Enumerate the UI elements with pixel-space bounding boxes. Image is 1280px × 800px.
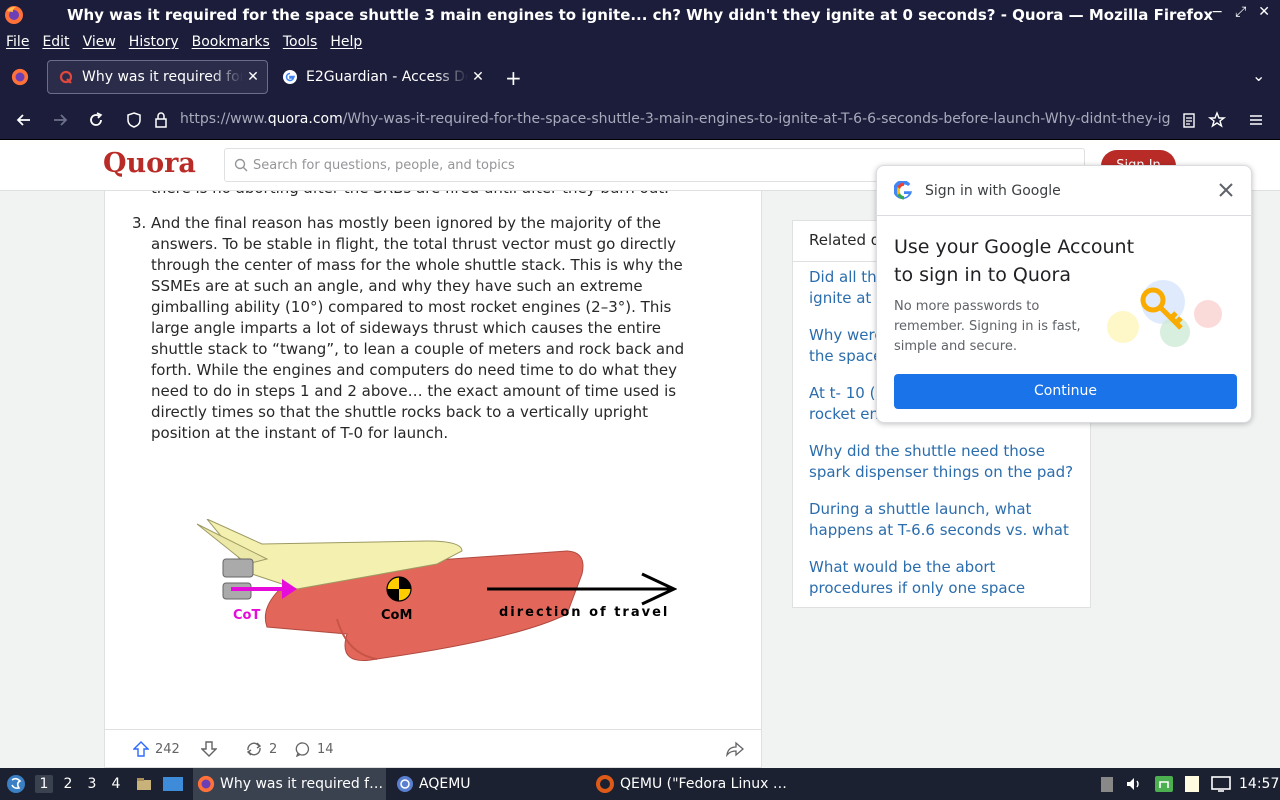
list-item-text: And the final reason has mostly been ign… <box>151 214 685 442</box>
reshare-icon <box>246 742 262 756</box>
url-domain: quora.com <box>267 111 343 127</box>
task-label: QEMU ("Fedora Linux … <box>620 776 787 792</box>
clock: 14:57 <box>1239 776 1280 792</box>
tab-bar: Why was it required for the ✕ E2Guardian… <box>0 54 1280 100</box>
close-icon[interactable] <box>1215 179 1237 201</box>
list-number: 3. <box>132 214 147 232</box>
minimize-button[interactable]: − <box>1211 4 1223 20</box>
search-input[interactable]: Search for questions, people, and topics <box>253 158 515 173</box>
tracking-protection-icon[interactable] <box>124 110 144 130</box>
aqemu-icon <box>397 776 413 792</box>
list-all-tabs-icon[interactable]: ⌄ <box>1252 66 1265 85</box>
firefox-icon <box>197 775 215 793</box>
key-illustration-icon <box>1107 280 1222 347</box>
back-icon[interactable] <box>14 110 34 130</box>
popup-header: Sign in with Google <box>877 166 1251 216</box>
related-link[interactable]: Why did the shuttle need those spark dis… <box>809 441 1079 483</box>
qemu-icon <box>596 775 614 793</box>
workspace-4[interactable]: 4 <box>107 775 125 793</box>
comment-icon <box>295 742 310 757</box>
start-menu-icon[interactable] <box>6 774 26 794</box>
lock-icon[interactable] <box>151 110 171 130</box>
task-firefox[interactable]: Why was it required f… <box>193 768 386 800</box>
cot-label: CoT <box>233 608 260 623</box>
workspace-3[interactable]: 3 <box>83 775 101 793</box>
display-icon[interactable] <box>1210 775 1232 793</box>
menu-history[interactable]: History <box>129 34 179 50</box>
list-item: 3. And the final reason has mostly been … <box>132 213 702 444</box>
window-titlebar: Why was it required for the space shuttl… <box>0 0 1280 29</box>
share-button[interactable]: 2 <box>245 741 277 757</box>
menu-file[interactable]: File <box>6 34 29 50</box>
com-label: CoM <box>381 608 412 623</box>
task-label: Why was it required f… <box>220 776 384 792</box>
desktop-icon[interactable] <box>162 775 184 793</box>
maximize-button[interactable]: ⤢ <box>1235 4 1246 20</box>
related-link[interactable]: What would be the abort procedures if on… <box>809 557 1079 599</box>
upvote-button[interactable]: 242 <box>133 741 180 757</box>
taskbar: 1 2 3 4 Why was it required f… AQEMU QEM… <box>0 768 1280 800</box>
window-controls: − ⤢ ✕ <box>1211 4 1270 20</box>
menu-edit[interactable]: Edit <box>42 34 69 50</box>
firefox-view-icon[interactable] <box>11 68 29 86</box>
network-icon[interactable] <box>1153 774 1175 794</box>
popup-header-title: Sign in with Google <box>925 183 1061 199</box>
menu-bookmarks[interactable]: Bookmarks <box>192 34 270 50</box>
answer-action-bar: 242 2 14 <box>105 729 761 768</box>
google-signin-popup: Sign in with Google Use your Google Acco… <box>876 165 1252 423</box>
quora-logo[interactable]: Quora <box>103 148 196 179</box>
notes-icon[interactable] <box>1183 774 1201 794</box>
quora-icon <box>59 70 73 84</box>
upvote-count: 242 <box>155 741 180 757</box>
google-logo-icon <box>894 181 912 200</box>
workspace-2[interactable]: 2 <box>59 775 77 793</box>
file-manager-icon[interactable] <box>135 775 153 793</box>
clipboard-icon[interactable] <box>1099 775 1115 793</box>
related-link[interactable]: During a shuttle launch, what happens at… <box>809 499 1079 541</box>
bookmark-star-icon[interactable] <box>1207 110 1227 130</box>
close-tab-icon[interactable]: ✕ <box>243 69 263 85</box>
menu-help[interactable]: Help <box>330 34 362 50</box>
continue-button[interactable]: Continue <box>894 374 1237 409</box>
new-tab-button[interactable]: + <box>505 66 522 90</box>
task-qemu[interactable]: QEMU ("Fedora Linux … <box>595 768 795 800</box>
direction-label: direction of travel <box>499 605 669 620</box>
popup-description: No more passwords to remember. Signing i… <box>894 299 1081 354</box>
url-prefix: https://www. <box>180 111 268 127</box>
url-path: /Why-was-it-required-for-the-space-shutt… <box>342 111 1170 127</box>
tab-label: E2Guardian - Access Denied <box>306 69 468 85</box>
window-title: Why was it required for the space shuttl… <box>66 6 1214 24</box>
search-icon <box>234 158 248 172</box>
google-icon <box>283 70 297 84</box>
answer-card: there is no aborting after the SRBs are … <box>104 140 762 768</box>
task-aqemu[interactable]: AQEMU <box>396 768 586 800</box>
comment-button[interactable]: 14 <box>295 741 334 757</box>
forward-share-icon[interactable] <box>726 741 744 757</box>
comment-count: 14 <box>317 741 334 757</box>
tab-quora[interactable]: Why was it required for the ✕ <box>47 60 268 94</box>
close-window-button[interactable]: ✕ <box>1258 4 1270 20</box>
url-field[interactable]: https://www.quora.com/Why-was-it-require… <box>180 111 1170 127</box>
menu-tools[interactable]: Tools <box>283 34 318 50</box>
close-tab-icon[interactable]: ✕ <box>468 69 488 85</box>
task-label: AQEMU <box>419 776 471 792</box>
upvote-icon <box>133 741 149 757</box>
tab-e2guardian[interactable]: E2Guardian - Access Denied ✕ <box>272 60 492 94</box>
app-menu-icon[interactable] <box>1246 110 1266 130</box>
reload-icon[interactable] <box>86 110 106 130</box>
forward-icon[interactable] <box>50 110 70 130</box>
volume-icon[interactable] <box>1125 775 1143 793</box>
menu-view[interactable]: View <box>83 34 116 50</box>
shuttle-diagram: CoT CoM direction of travel <box>196 519 677 661</box>
share-count: 2 <box>269 741 278 757</box>
menu-bar: File Edit View History Bookmarks Tools H… <box>0 29 1280 54</box>
workspace-1[interactable]: 1 <box>35 775 53 793</box>
downvote-icon[interactable] <box>201 741 217 757</box>
navigation-toolbar: https://www.quora.com/Why-was-it-require… <box>0 100 1280 140</box>
reader-view-icon[interactable] <box>1179 110 1199 130</box>
tab-label: Why was it required for the <box>82 69 243 85</box>
